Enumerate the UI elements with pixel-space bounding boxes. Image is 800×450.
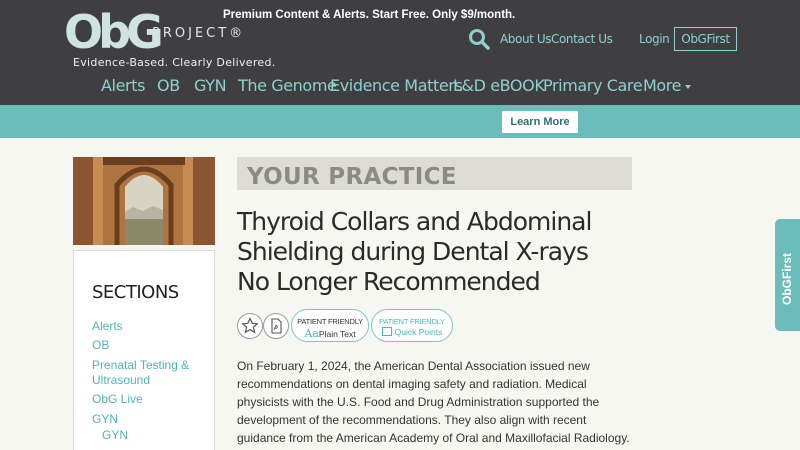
chevron-down-icon xyxy=(685,84,692,89)
pdf-icon xyxy=(271,318,282,334)
sidebar-item-obg-live[interactable]: ObG Live xyxy=(92,392,143,406)
favorite-button[interactable] xyxy=(237,313,263,339)
article-title-line: Thyroid Collars and Abdominal xyxy=(237,207,592,236)
article-title: Thyroid Collars and Abdominal Shielding … xyxy=(237,207,637,297)
article-title-line: No Longer Recommended xyxy=(237,267,541,296)
quick-points-label: Quick Points xyxy=(394,327,443,337)
plain-text-button[interactable]: PATIENT FRIENDLY AaPlain Text xyxy=(291,309,369,342)
nav-the-genome[interactable]: The Genome xyxy=(238,76,337,95)
sidebar-subitem-gyn[interactable]: GYN xyxy=(102,428,128,442)
obgfirst-button[interactable]: ObGFirst xyxy=(674,27,737,51)
pill-sublabel: Quick Points xyxy=(372,327,452,337)
sections-title: SECTIONS xyxy=(92,282,179,303)
pill-label: PATIENT FRIENDLY xyxy=(379,317,445,326)
sidebar-item-alerts[interactable]: Alerts xyxy=(92,319,123,333)
nav-evidence-matters[interactable]: Evidence Matters xyxy=(330,76,463,95)
learn-more-button[interactable]: Learn More xyxy=(502,111,578,133)
nav-primary-care[interactable]: Primary Care xyxy=(543,76,643,95)
sidebar-item-ob[interactable]: OB xyxy=(92,338,109,352)
nav-alerts[interactable]: Alerts xyxy=(101,76,145,95)
pdf-button[interactable] xyxy=(263,313,289,339)
section-label: YOUR PRACTICE xyxy=(247,164,457,190)
nav-ob[interactable]: OB xyxy=(157,76,180,95)
article-body: On February 1, 2024, the American Dental… xyxy=(237,359,630,445)
nav-gyn[interactable]: GYN xyxy=(194,76,227,95)
side-tab-label: ObGFirst xyxy=(780,252,794,305)
promo-banner xyxy=(0,105,800,138)
quick-points-button[interactable]: PATIENT FRIENDLY Quick Points xyxy=(371,309,453,342)
about-us-link[interactable]: About Us xyxy=(500,32,552,46)
logo-wordmark: PROJECT® xyxy=(152,26,246,41)
sidebar-item-gyn[interactable]: GYN xyxy=(92,412,118,426)
section-image xyxy=(73,157,215,245)
pill-sublabel: AaPlain Text xyxy=(292,327,368,340)
nav-ld-ebook[interactable]: L&D eBOOK xyxy=(453,76,545,95)
star-icon xyxy=(241,317,259,334)
logo-mark[interactable]: ObG xyxy=(64,6,164,58)
login-link[interactable]: Login xyxy=(639,32,670,46)
text-size-icon: Aa xyxy=(304,327,319,340)
article-title-line: Shielding during Dental X-rays xyxy=(237,237,589,266)
list-icon xyxy=(381,327,392,336)
promo-text: Premium Content & Alerts. Start Free. On… xyxy=(223,9,516,21)
plain-text-label: Plain Text xyxy=(318,329,356,339)
nav-more[interactable]: More xyxy=(643,76,692,95)
sidebar-item-ultrasound[interactable]: Ultrasound xyxy=(92,373,150,387)
nav-more-label: More xyxy=(643,76,682,95)
search-icon[interactable] xyxy=(467,27,491,51)
pill-label: PATIENT FRIENDLY xyxy=(297,317,363,326)
tagline: Evidence-Based. Clearly Delivered. xyxy=(73,56,276,69)
contact-us-link[interactable]: Contact Us xyxy=(551,32,613,46)
sidebar-item-prenatal-testing[interactable]: Prenatal Testing & xyxy=(92,358,189,372)
